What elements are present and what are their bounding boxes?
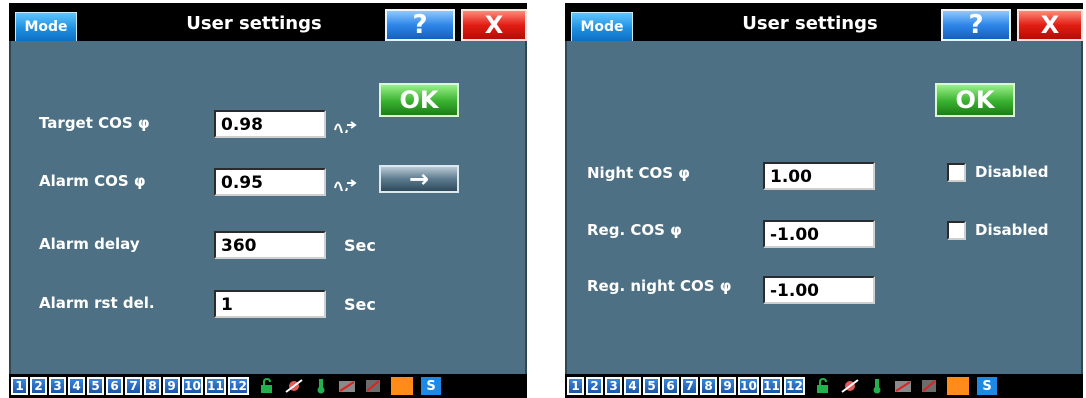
lock-open-icon[interactable]: [813, 377, 833, 395]
taskbar-channel-2[interactable]: 2: [586, 377, 603, 395]
taskbar: 1 2 3 4 5 6 7 8 9 10 11 12 S: [9, 374, 527, 398]
settings-panel: OK Night COS φ 1.00 Disabled Reg. COS φ …: [565, 41, 1083, 374]
target-cos-label: Target COS φ: [39, 114, 150, 132]
alarm-delay-input[interactable]: 360: [214, 231, 326, 259]
title-bar: Mode User settings ? X: [9, 3, 527, 42]
help-button[interactable]: ?: [385, 9, 455, 41]
close-button[interactable]: X: [461, 9, 527, 41]
taskbar-channel-2[interactable]: 2: [30, 377, 47, 395]
taskbar-channel-3[interactable]: 3: [605, 377, 622, 395]
lock-open-icon[interactable]: [257, 377, 277, 395]
taskbar-channel-1[interactable]: 1: [567, 377, 584, 395]
ok-button[interactable]: OK: [379, 83, 459, 117]
next-page-button[interactable]: →: [379, 165, 459, 193]
alarm-delay-unit: Sec: [344, 236, 376, 255]
taskbar-channel-5[interactable]: 5: [87, 377, 104, 395]
reg-cos-input[interactable]: -1.00: [763, 220, 875, 248]
taskbar-channel-4[interactable]: 4: [624, 377, 641, 395]
service-icon[interactable]: S: [421, 377, 441, 395]
service-icon[interactable]: S: [977, 377, 997, 395]
window-title: User settings: [742, 13, 878, 34]
window-title: User settings: [186, 13, 322, 34]
taskbar-channel-3[interactable]: 3: [49, 377, 66, 395]
alarm-cos-input[interactable]: 0.95: [214, 168, 326, 196]
alarm-delay-label: Alarm delay: [39, 235, 140, 253]
night-cos-disabled-label: Disabled: [975, 163, 1049, 181]
settings-panel: OK Target COS φ 0.98 Alarm COS φ 0.95 → …: [9, 41, 527, 374]
orange-square-icon[interactable]: [947, 377, 969, 395]
taskbar-channel-7[interactable]: 7: [681, 377, 698, 395]
reg-night-cos-input[interactable]: -1.00: [763, 276, 875, 304]
target-cos-input[interactable]: 0.98: [214, 110, 326, 138]
night-cos-disabled-checkbox[interactable]: [947, 163, 966, 182]
taskbar-channel-10[interactable]: 10: [182, 377, 203, 395]
ok-button[interactable]: OK: [935, 83, 1015, 117]
reg-cos-disabled-label: Disabled: [975, 221, 1049, 239]
wave-icon: [334, 121, 357, 133]
thermometer-icon[interactable]: [311, 377, 331, 395]
relay-off-icon[interactable]: [893, 377, 913, 395]
taskbar-channel-1[interactable]: 1: [11, 377, 28, 395]
reg-night-cos-label: Reg. night COS φ: [587, 277, 732, 295]
alarm-reset-delay-label: Alarm rst del.: [39, 294, 155, 312]
disabled-icon[interactable]: [919, 377, 939, 395]
alarm-reset-delay-unit: Sec: [344, 295, 376, 314]
help-button[interactable]: ?: [941, 9, 1011, 41]
orange-square-icon[interactable]: [391, 377, 413, 395]
taskbar-channel-10[interactable]: 10: [738, 377, 759, 395]
reg-cos-label: Reg. COS φ: [587, 221, 682, 239]
fan-off-icon[interactable]: [840, 377, 860, 395]
taskbar-channel-9[interactable]: 9: [719, 377, 736, 395]
mode-button[interactable]: Mode: [15, 12, 77, 42]
reg-cos-disabled-checkbox[interactable]: [947, 221, 966, 240]
taskbar-channel-11[interactable]: 11: [761, 377, 782, 395]
relay-off-icon[interactable]: [337, 377, 357, 395]
taskbar-channel-12[interactable]: 12: [228, 377, 249, 395]
wave-icon: [334, 179, 357, 191]
alarm-cos-label: Alarm COS φ: [39, 172, 146, 190]
taskbar: 1 2 3 4 5 6 7 8 9 10 11 12 S: [565, 374, 1083, 398]
taskbar-channel-6[interactable]: 6: [106, 377, 123, 395]
taskbar-channel-9[interactable]: 9: [163, 377, 180, 395]
disabled-icon[interactable]: [363, 377, 383, 395]
taskbar-channel-6[interactable]: 6: [662, 377, 679, 395]
fan-off-icon[interactable]: [284, 377, 304, 395]
user-settings-window-left: Mode User settings ? X OK Target COS φ 0…: [0, 0, 530, 398]
night-cos-input[interactable]: 1.00: [763, 162, 875, 190]
taskbar-channel-5[interactable]: 5: [643, 377, 660, 395]
close-button[interactable]: X: [1017, 9, 1083, 41]
taskbar-channel-4[interactable]: 4: [68, 377, 85, 395]
taskbar-channel-12[interactable]: 12: [784, 377, 805, 395]
mode-button[interactable]: Mode: [571, 12, 633, 42]
taskbar-channel-11[interactable]: 11: [205, 377, 226, 395]
alarm-reset-delay-input[interactable]: 1: [214, 290, 326, 318]
thermometer-icon[interactable]: [867, 377, 887, 395]
taskbar-channel-7[interactable]: 7: [125, 377, 142, 395]
user-settings-window-right: Mode User settings ? X OK Night COS φ 1.…: [556, 0, 1086, 398]
taskbar-channel-8[interactable]: 8: [144, 377, 161, 395]
title-bar: Mode User settings ? X: [565, 3, 1083, 42]
taskbar-channel-8[interactable]: 8: [700, 377, 717, 395]
night-cos-label: Night COS φ: [587, 164, 691, 182]
